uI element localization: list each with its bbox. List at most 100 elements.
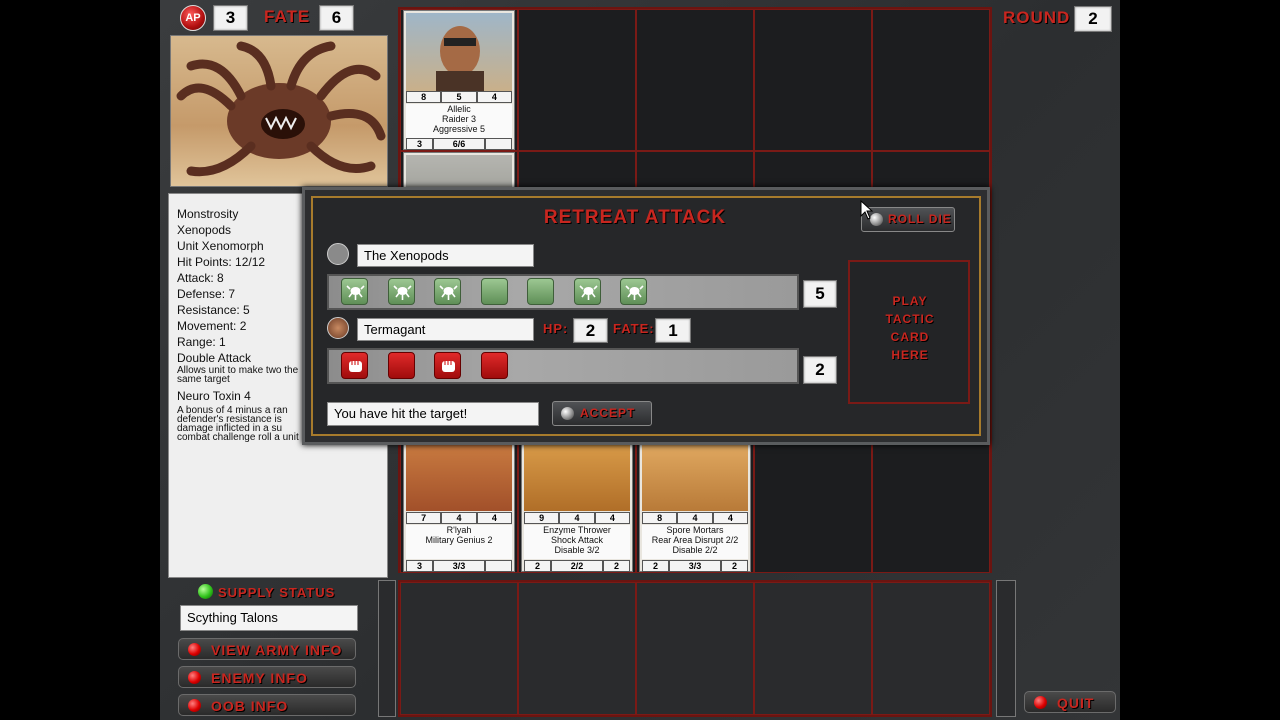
unit-stat-line: Attack: 8 <box>177 271 224 285</box>
reserve-slot[interactable] <box>754 582 872 715</box>
defender-dice-tray <box>327 348 799 384</box>
unit-stat-lines: Monstrosity Xenopods Unit Xenomorph Hit Poi… <box>177 206 265 366</box>
blank-green-die-icon <box>480 278 508 305</box>
card-ability: Disable 2/2 <box>672 545 718 555</box>
unit-stat-line: Resistance: 5 <box>177 303 250 317</box>
oob-info-label: OOB INFO <box>211 698 289 714</box>
tentacle-creature-icon <box>406 445 512 511</box>
card-defense: 4 <box>677 512 713 524</box>
fist-hit-die-icon <box>434 352 461 379</box>
card-resistance: 4 <box>476 91 512 103</box>
reserve-slot[interactable] <box>400 582 518 715</box>
card-ability: Aggressive 5 <box>432 124 486 134</box>
enemy-info-button[interactable]: ENEMY INFO <box>178 666 356 688</box>
defender-score: 2 <box>803 356 837 384</box>
tactic-card-text: PLAY TACTIC CARD HERE <box>885 294 935 362</box>
card-attack: 7 <box>406 512 442 524</box>
attacker-dice-tray <box>327 274 799 310</box>
supply-status-label: SUPPLY STATUS <box>218 585 336 600</box>
unit-stat-line: Xenopods <box>177 223 232 237</box>
reserve-row <box>398 580 992 717</box>
card-hitpoints: 6/6 <box>433 138 485 150</box>
unit-stat-line: Movement: 2 <box>177 319 247 333</box>
card-movement: 3 <box>406 560 433 572</box>
card-resistance: 4 <box>594 512 630 524</box>
red-led-icon <box>188 643 201 656</box>
card-defense: 5 <box>441 91 477 103</box>
attacker-score: 5 <box>803 280 837 308</box>
unit-card-enzyme-thrower[interactable]: 944 Enzyme Thrower Shock Attack Disable … <box>521 436 633 572</box>
quit-button[interactable]: QUIT <box>1024 691 1116 713</box>
red-led-icon <box>188 671 201 684</box>
fist-hit-die-icon <box>341 352 368 379</box>
red-led-icon <box>1034 696 1047 709</box>
card-ability: Disable 3/2 <box>554 545 600 555</box>
xenomorph-hit-die-icon <box>434 278 461 305</box>
unit-stat-line: Range: 1 <box>177 335 226 349</box>
card-name: Spore Mortars <box>666 525 724 535</box>
card-range: 2 <box>721 560 748 572</box>
reserve-slot[interactable] <box>636 582 754 715</box>
hp-label: HP: <box>543 321 569 336</box>
attacker-name-field: The Xenopods <box>357 244 534 267</box>
unit-card-allelic[interactable]: 854 Allelic Raider 3 Aggressive 5 3 6/6 <box>403 10 515 150</box>
card-resistance: 4 <box>712 512 748 524</box>
termagant-faction-icon <box>327 317 349 339</box>
card-range <box>485 560 512 572</box>
quit-label: QUIT <box>1057 695 1095 711</box>
card-name: Enzyme Thrower <box>543 525 611 535</box>
view-army-info-label: VIEW ARMY INFO <box>211 642 343 658</box>
hp-value: 2 <box>573 318 608 343</box>
reserve-slot[interactable] <box>518 582 636 715</box>
card-attack: 8 <box>642 512 678 524</box>
grid-cell[interactable] <box>872 9 990 151</box>
roll-die-label: ROLL DIE <box>888 212 952 226</box>
weapon-field: Scything Talons <box>180 605 358 631</box>
card-movement: 2 <box>642 560 669 572</box>
card-defense: 4 <box>441 512 477 524</box>
blank-green-die-icon <box>527 278 554 305</box>
ap-label: AP <box>185 12 201 24</box>
card-ability: Military Genius 2 <box>425 535 493 545</box>
neuro-toxin-line: Neuro Toxin 4 <box>177 389 251 403</box>
ap-icon: AP <box>180 5 206 31</box>
unit-stat-line: Hit Points: 12/12 <box>177 255 266 269</box>
unit-stat-line: Monstrosity <box>177 207 239 221</box>
mouse-cursor-icon <box>860 200 874 220</box>
xenomorph-hit-die-icon <box>620 278 647 305</box>
raider-portrait-icon <box>406 13 512 91</box>
accept-label: ACCEPT <box>580 406 636 420</box>
grid-cell[interactable] <box>872 433 990 573</box>
xenomorph-hit-die-icon <box>573 278 601 305</box>
view-army-info-button[interactable]: VIEW ARMY INFO <box>178 638 356 660</box>
enemy-info-label: ENEMY INFO <box>211 670 308 686</box>
card-ability: Shock Attack <box>550 535 604 545</box>
reserve-scroll-left[interactable] <box>378 580 396 717</box>
grid-cell[interactable] <box>518 9 636 151</box>
reserve-slot[interactable] <box>872 582 990 715</box>
roll-die-button[interactable]: ROLL DIE <box>861 207 955 232</box>
xenomorph-hit-die-icon <box>341 278 368 305</box>
card-range <box>485 138 512 150</box>
grid-cell[interactable] <box>636 9 754 151</box>
unit-card-rlyah[interactable]: 744 R'lyah Military Genius 2 3 3/3 <box>403 436 515 572</box>
card-ability: Rear Area Disrupt 2/2 <box>651 535 739 545</box>
reserve-scroll-right[interactable] <box>996 580 1016 717</box>
round-label: ROUND <box>1003 8 1071 27</box>
unit-card-spore-mortars[interactable]: 844 Spore Mortars Rear Area Disrupt 2/2 … <box>639 436 751 572</box>
game-screen: AP 3 FATE 6 ROUND 2 Monstrosity Xenopods U… <box>160 0 1120 720</box>
xenopod-monster-icon <box>176 41 386 177</box>
tactic-card-slot[interactable]: PLAY TACTIC CARD HERE <box>848 260 970 404</box>
defender-fate-value: 1 <box>655 318 691 343</box>
grid-cell[interactable] <box>754 433 872 573</box>
oob-info-button[interactable]: OOB INFO <box>178 694 356 716</box>
result-message: You have hit the target! <box>327 402 539 426</box>
accept-button[interactable]: ACCEPT <box>552 401 652 426</box>
card-name: Allelic <box>447 104 471 114</box>
red-led-icon <box>188 699 201 712</box>
spore-creature-icon <box>642 445 748 511</box>
unit-card-hidden[interactable] <box>403 152 515 192</box>
unit-stat-line: Double Attack <box>177 351 252 365</box>
ap-value: 3 <box>213 5 248 31</box>
grid-cell[interactable] <box>754 9 872 151</box>
